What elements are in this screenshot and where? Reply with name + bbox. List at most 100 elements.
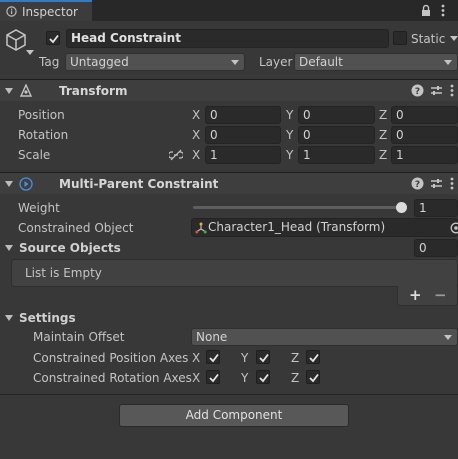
rotation-z-value: 0 — [396, 128, 404, 142]
scale-y-value: 1 — [303, 148, 311, 162]
settings-foldout-arrow-icon[interactable] — [5, 315, 13, 321]
foldout-arrow-icon[interactable] — [5, 181, 13, 187]
chevron-down-icon — [444, 335, 452, 340]
icon-dropdown-arrow[interactable] — [26, 50, 34, 55]
position-axis-y-checkbox[interactable] — [256, 350, 270, 364]
object-picker-icon[interactable] — [450, 222, 458, 234]
checkmark-icon — [49, 34, 59, 44]
help-icon[interactable]: ? — [411, 177, 424, 190]
help-icon[interactable]: ? — [411, 84, 424, 97]
rotation-z-field[interactable]: 0 — [391, 126, 458, 144]
layer-value: Default — [299, 55, 343, 69]
position-z-value: 0 — [396, 108, 404, 122]
static-dropdown-arrow[interactable] — [450, 36, 458, 41]
position-axis-z-checkbox[interactable] — [306, 350, 320, 364]
axis-z-label: Z — [291, 351, 300, 365]
remove-element-button[interactable]: − — [434, 287, 447, 303]
position-y-field[interactable]: 0 — [298, 106, 375, 124]
add-component-button[interactable]: Add Component — [119, 404, 349, 427]
constrained-object-field[interactable]: Character1_Head (Transform) — [191, 218, 458, 237]
more-options-icon[interactable] — [441, 4, 445, 17]
transform-header[interactable]: Transform ? — [0, 79, 458, 101]
axis-z-label: Z — [379, 108, 388, 122]
maintain-offset-dropdown[interactable]: None — [191, 328, 458, 346]
rotation-x-field[interactable]: 0 — [205, 126, 281, 144]
gameobject-cube-icon — [6, 29, 26, 51]
source-count-field[interactable]: 0 — [414, 239, 458, 257]
presets-icon[interactable] — [430, 177, 443, 190]
name-value: Head Constraint — [71, 31, 181, 45]
active-checkbox[interactable] — [46, 31, 60, 45]
axis-z-label: Z — [291, 371, 300, 385]
rotation-axis-x-checkbox[interactable] — [206, 370, 220, 384]
scale-x-field[interactable]: 1 — [205, 146, 281, 164]
position-z-field[interactable]: 0 — [391, 106, 458, 124]
transform-title: Transform — [59, 84, 128, 98]
chevron-down-icon — [444, 60, 452, 65]
svg-text:?: ? — [415, 180, 420, 190]
source-objects-label[interactable]: Source Objects — [19, 240, 121, 256]
scale-y-field[interactable]: 1 — [298, 146, 375, 164]
weight-field[interactable]: 1 — [414, 199, 458, 217]
position-label: Position — [18, 108, 65, 122]
settings-label[interactable]: Settings — [19, 310, 76, 326]
info-icon — [6, 6, 17, 17]
rotation-axes-label: Constrained Rotation Axes — [33, 371, 192, 385]
axis-y-label: Y — [241, 371, 249, 385]
list-empty-text: List is Empty — [25, 266, 102, 280]
layer-label: Layer — [259, 55, 293, 69]
weight-slider-track[interactable] — [193, 206, 407, 209]
maintain-offset-label: Maintain Offset — [33, 330, 125, 344]
rotation-axis-z-checkbox[interactable] — [306, 370, 320, 384]
scale-x-value: 1 — [210, 148, 218, 162]
rotation-label: Rotation — [18, 128, 69, 142]
checkmark-icon — [309, 353, 319, 363]
foldout-arrow-icon[interactable] — [5, 88, 13, 94]
scale-z-value: 1 — [396, 148, 404, 162]
transform-icon — [19, 84, 33, 97]
constrained-object-label: Constrained Object — [18, 221, 134, 235]
rotation-axis-y-checkbox[interactable] — [256, 370, 270, 384]
checkmark-icon — [259, 353, 269, 363]
position-x-value: 0 — [210, 108, 218, 122]
divider — [0, 394, 458, 395]
axis-z-label: Z — [379, 148, 388, 162]
position-x-field[interactable]: 0 — [205, 106, 281, 124]
add-element-button[interactable]: + — [409, 287, 422, 303]
presets-icon[interactable] — [430, 84, 443, 97]
weight-slider-thumb[interactable] — [396, 202, 407, 213]
transform-icon — [195, 222, 207, 234]
constraint-header[interactable]: Multi-Parent Constraint ? — [0, 172, 458, 194]
svg-text:?: ? — [415, 87, 420, 97]
axis-z-label: Z — [379, 128, 388, 142]
more-options-icon[interactable] — [450, 177, 454, 190]
axis-x-label: X — [192, 128, 201, 142]
position-axis-x-checkbox[interactable] — [206, 350, 220, 364]
constrain-proportions-icon[interactable] — [169, 149, 183, 161]
tag-value: Untagged — [70, 55, 129, 69]
rotation-y-field[interactable]: 0 — [298, 126, 375, 144]
transform-body: Position X 0 Y 0 Z 0 Rotation X 0 Y 0 Z … — [0, 105, 458, 167]
name-field[interactable]: Head Constraint — [66, 29, 389, 48]
lock-icon[interactable] — [420, 4, 432, 17]
axis-x-label: X — [192, 371, 201, 385]
more-options-icon[interactable] — [450, 84, 454, 97]
rotation-x-value: 0 — [210, 128, 218, 142]
scale-z-field[interactable]: 1 — [391, 146, 458, 164]
checkmark-icon — [209, 353, 219, 363]
layer-dropdown[interactable]: Default — [294, 53, 458, 71]
maintain-offset-value: None — [196, 330, 228, 344]
constrained-object-value: Character1_Head (Transform) — [208, 220, 386, 234]
checkmark-icon — [259, 373, 269, 383]
tab-label: Inspector — [22, 5, 78, 19]
weight-value: 1 — [419, 201, 427, 215]
static-checkbox[interactable] — [393, 31, 407, 45]
tab-inspector[interactable]: Inspector — [0, 0, 92, 21]
tag-dropdown[interactable]: Untagged — [65, 53, 245, 71]
axis-x-label: X — [192, 351, 201, 365]
position-axes-label: Constrained Position Axes — [33, 351, 189, 365]
source-count-value: 0 — [419, 241, 427, 255]
axis-x-label: X — [192, 148, 201, 162]
list-footer: + − — [397, 286, 458, 306]
sources-foldout-arrow-icon[interactable] — [5, 245, 13, 251]
